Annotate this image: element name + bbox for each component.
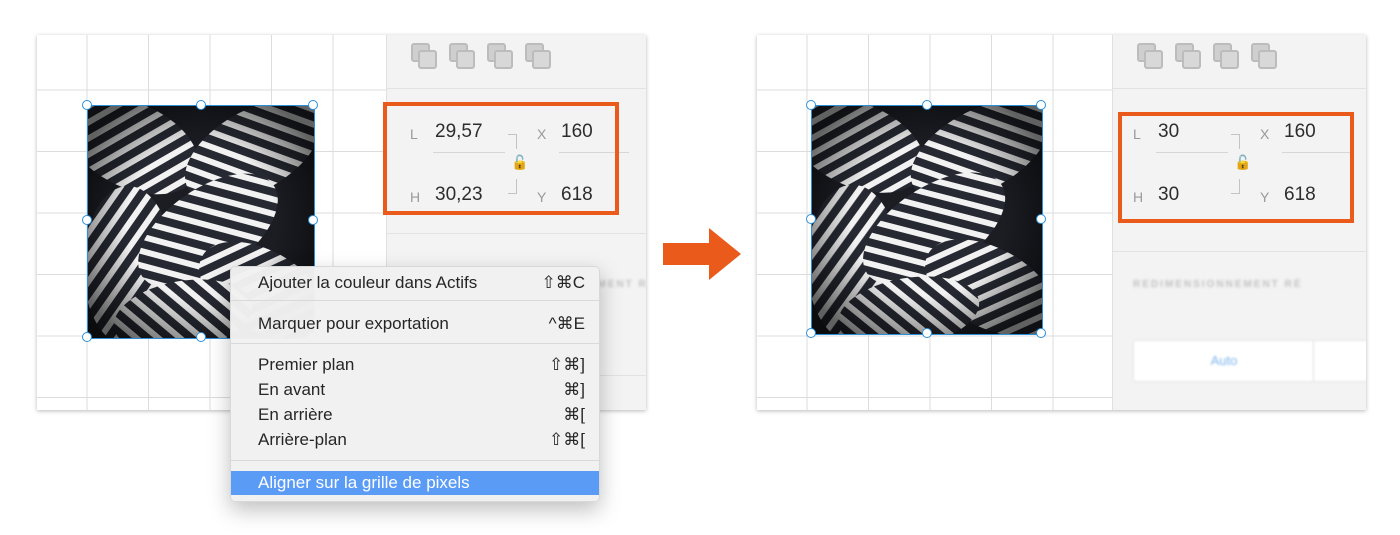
resize-handle[interactable] [806, 214, 816, 224]
menu-item-send-to-back[interactable]: Arrière-plan ⇧⌘[ [231, 428, 599, 452]
difference-icon[interactable] [1251, 43, 1277, 69]
resize-handle[interactable] [196, 332, 206, 342]
resize-mode-button[interactable] [1313, 340, 1366, 382]
divider [387, 88, 646, 89]
divider [387, 233, 646, 234]
resize-handle[interactable] [82, 332, 92, 342]
knot-pillow-image [812, 106, 1042, 334]
menu-item-send-backward[interactable]: En arrière ⌘[ [231, 403, 599, 427]
divider [1113, 88, 1366, 89]
highlight-box-after [1118, 112, 1354, 223]
resize-handle[interactable] [1036, 214, 1046, 224]
right-arrow-icon [663, 228, 741, 280]
subtract-icon[interactable] [1175, 43, 1201, 69]
boolean-ops-toolbar [411, 43, 551, 69]
highlight-box-before [383, 102, 619, 215]
context-menu: Ajouter la couleur dans Actifs ⇧⌘C Marqu… [230, 266, 600, 502]
menu-separator [231, 300, 599, 301]
resize-handle[interactable] [806, 100, 816, 110]
menu-item-mark-for-export[interactable]: Marquer pour exportation ^⌘E [231, 312, 599, 336]
union-icon[interactable] [411, 43, 437, 69]
resize-handle[interactable] [82, 100, 92, 110]
menu-separator [231, 343, 599, 344]
intersect-icon[interactable] [1213, 43, 1239, 69]
resize-handle[interactable] [922, 328, 932, 338]
resize-handle[interactable] [308, 215, 318, 225]
subtract-icon[interactable] [449, 43, 475, 69]
divider [1113, 251, 1366, 252]
intersect-icon[interactable] [487, 43, 513, 69]
resize-handle[interactable] [922, 100, 932, 110]
resize-handle[interactable] [196, 100, 206, 110]
resize-section-title: REDIMENSIONNEMENT RÉ [1133, 279, 1303, 290]
menu-separator [231, 460, 599, 461]
menu-item-add-color-to-assets[interactable]: Ajouter la couleur dans Actifs ⇧⌘C [231, 271, 599, 295]
resize-handle[interactable] [308, 100, 318, 110]
resize-handle[interactable] [806, 328, 816, 338]
resize-handle[interactable] [1036, 100, 1046, 110]
resize-handle[interactable] [82, 215, 92, 225]
menu-item-bring-forward[interactable]: En avant ⌘] [231, 378, 599, 402]
union-icon[interactable] [1137, 43, 1163, 69]
boolean-ops-toolbar [1137, 43, 1277, 69]
resize-handle[interactable] [1036, 328, 1046, 338]
difference-icon[interactable] [525, 43, 551, 69]
menu-item-bring-to-front[interactable]: Premier plan ⇧⌘] [231, 353, 599, 377]
selected-image[interactable] [806, 100, 1046, 338]
menu-item-align-to-pixel-grid[interactable]: Aligner sur la grille de pixels [231, 471, 599, 495]
resize-auto-button[interactable]: Auto [1133, 340, 1315, 382]
